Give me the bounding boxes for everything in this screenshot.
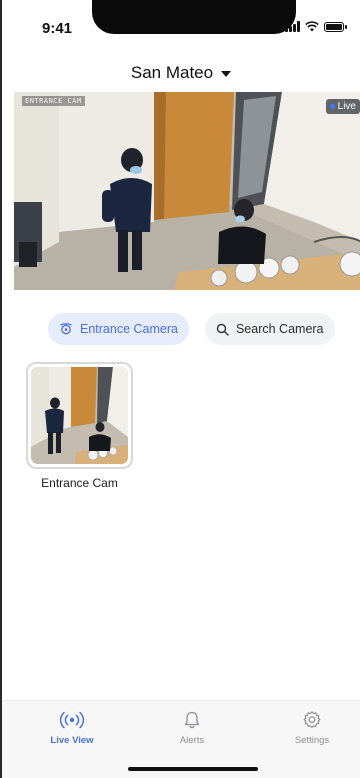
- nav-live-view[interactable]: Live View: [32, 710, 112, 746]
- status-bar: 9:41: [2, 0, 360, 56]
- live-badge: Live: [325, 99, 360, 114]
- bottom-nav: Live View Alerts Settings: [2, 700, 360, 778]
- thumbnail-image: [31, 367, 128, 464]
- entrance-camera-chip-label: Entrance Camera: [80, 322, 178, 336]
- location-title: San Mateo: [130, 63, 214, 82]
- chevron-down-icon: [221, 71, 232, 77]
- wifi-icon: [305, 21, 319, 32]
- battery-icon: [324, 21, 347, 32]
- camera-tile[interactable]: [26, 362, 133, 469]
- nav-settings-label: Settings: [294, 735, 330, 746]
- entrance-camera-chip[interactable]: Entrance Camera: [48, 313, 189, 345]
- nav-alerts-label: Alerts: [179, 735, 205, 746]
- search-camera-chip[interactable]: Search Camera: [204, 313, 335, 345]
- status-icons: [285, 21, 347, 32]
- cellular-signal-icon: [285, 21, 300, 32]
- status-time: 9:41: [42, 20, 73, 37]
- live-broadcast-icon: [59, 711, 85, 729]
- live-dot-icon: [329, 104, 335, 109]
- bell-icon: [184, 711, 200, 729]
- video-frame: [14, 92, 360, 290]
- camera-thumbnail: [31, 367, 128, 464]
- search-camera-chip-label: Search Camera: [235, 322, 324, 336]
- nav-alerts[interactable]: Alerts: [152, 710, 232, 746]
- camera-icon: [60, 323, 72, 335]
- phone-screen: 9:41 San Mateo ENTRANCE CAM Live Entranc…: [0, 0, 360, 778]
- nav-settings[interactable]: Settings: [272, 710, 352, 746]
- camera-tile-label: Entrance Cam: [41, 476, 118, 490]
- location-selector[interactable]: San Mateo: [2, 58, 360, 88]
- live-label: Live: [337, 101, 356, 112]
- device-notch: [92, 0, 296, 34]
- gear-icon: [303, 711, 321, 728]
- search-icon: [216, 323, 229, 336]
- camera-name-overlay: ENTRANCE CAM: [22, 96, 85, 106]
- nav-live-view-label: Live View: [50, 735, 94, 746]
- camera-chips: Entrance Camera Search Camera: [48, 313, 335, 345]
- home-indicator: [128, 767, 258, 771]
- main-live-video[interactable]: ENTRANCE CAM Live: [14, 92, 360, 290]
